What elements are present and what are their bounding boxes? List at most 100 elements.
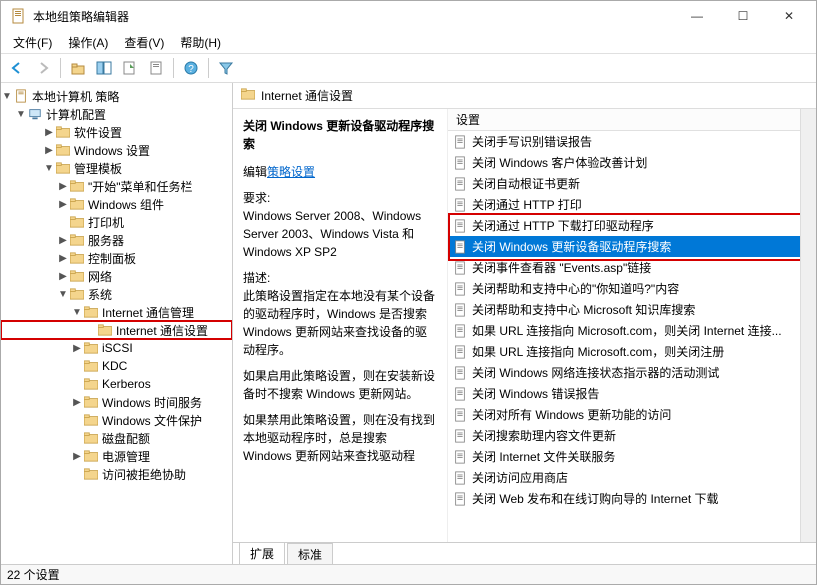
tree-node[interactable]: ▶控制面板 — [1, 249, 232, 267]
tree-node[interactable]: ▶Windows 设置 — [1, 141, 232, 159]
tree-node[interactable]: 访问被拒绝协助 — [1, 465, 232, 483]
setting-row[interactable]: 关闭 Internet 文件关联服务 — [448, 446, 816, 467]
tree-node-label: 磁盘配额 — [102, 430, 150, 447]
tree-node[interactable]: Windows 文件保护 — [1, 411, 232, 429]
expand-icon[interactable]: ▶ — [71, 397, 83, 408]
setting-row[interactable]: 关闭通过 HTTP 打印 — [448, 194, 816, 215]
setting-row[interactable]: 关闭 Windows 更新设备驱动程序搜索 — [448, 236, 816, 257]
setting-label: 关闭 Windows 错误报告 — [472, 385, 599, 402]
setting-row[interactable]: 关闭帮助和支持中心的"你知道吗?"内容 — [448, 278, 816, 299]
policy-icon — [452, 449, 468, 465]
menu-item[interactable]: 操作(A) — [62, 32, 114, 53]
export-list-button[interactable] — [118, 56, 142, 80]
setting-row[interactable]: 关闭 Web 发布和在线订购向导的 Internet 下载 — [448, 488, 816, 509]
tree-node[interactable]: ▶"开始"菜单和任务栏 — [1, 177, 232, 195]
expand-icon[interactable]: ▶ — [71, 451, 83, 462]
tree-node-label: 本地计算机 策略 — [32, 88, 119, 105]
tree-node[interactable]: ▶iSCSI — [1, 339, 232, 357]
tree-node-label: Kerberos — [102, 377, 151, 391]
description-text-2: 如果启用此策略设置，则在安装新设备时不搜索 Windows 更新网站。 — [243, 367, 437, 403]
setting-label: 关闭手写识别错误报告 — [472, 133, 592, 150]
menu-item[interactable]: 文件(F) — [7, 32, 58, 53]
edit-label: 编辑 — [243, 165, 267, 179]
policy-icon — [452, 428, 468, 444]
collapse-icon[interactable]: ▼ — [71, 307, 83, 318]
filter-button[interactable] — [214, 56, 238, 80]
tree-node[interactable]: ▶软件设置 — [1, 123, 232, 141]
collapse-icon[interactable]: ▼ — [15, 109, 27, 120]
setting-row[interactable]: 关闭 Windows 客户体验改善计划 — [448, 152, 816, 173]
settings-list[interactable]: 关闭手写识别错误报告关闭 Windows 客户体验改善计划关闭自动根证书更新关闭… — [448, 131, 816, 542]
tree-node-label: 系统 — [88, 286, 112, 303]
tree-node[interactable]: ▶网络 — [1, 267, 232, 285]
tree-node[interactable]: 打印机 — [1, 213, 232, 231]
tab-extended[interactable]: 扩展 — [239, 542, 285, 564]
tree-node[interactable]: ▼Internet 通信管理 — [1, 303, 232, 321]
vertical-scrollbar[interactable] — [800, 109, 816, 542]
setting-row[interactable]: 关闭对所有 Windows 更新功能的访问 — [448, 404, 816, 425]
tree-node[interactable]: Kerberos — [1, 375, 232, 393]
tree-node[interactable]: ▼管理模板 — [1, 159, 232, 177]
description-label: 描述: — [243, 271, 270, 285]
tree-pane[interactable]: ▼ 本地计算机 策略▼计算机配置▶软件设置▶Windows 设置▼管理模板▶"开始… — [1, 83, 233, 564]
tree-node[interactable]: ▶ Windows 组件 — [1, 195, 232, 213]
policy-icon — [452, 365, 468, 381]
expand-icon[interactable]: ▶ — [43, 127, 55, 138]
expand-icon[interactable]: ▶ — [57, 199, 69, 210]
expand-icon[interactable]: ▶ — [57, 253, 69, 264]
tree-node[interactable]: ▼ 系统 — [1, 285, 232, 303]
menu-item[interactable]: 帮助(H) — [174, 32, 227, 53]
setting-row[interactable]: 关闭访问应用商店 — [448, 467, 816, 488]
setting-row[interactable]: 关闭自动根证书更新 — [448, 173, 816, 194]
back-button[interactable] — [5, 56, 29, 80]
setting-row[interactable]: 关闭通过 HTTP 下载打印驱动程序 — [448, 215, 816, 236]
collapse-icon[interactable]: ▼ — [1, 91, 13, 102]
tree-node[interactable]: ▼ 本地计算机 策略 — [1, 87, 232, 105]
tree-node-label: 服务器 — [88, 232, 124, 249]
expand-icon[interactable]: ▶ — [57, 271, 69, 282]
help-button[interactable]: ? — [179, 56, 203, 80]
tree-node[interactable]: ▶电源管理 — [1, 447, 232, 465]
setting-row[interactable]: 如果 URL 连接指向 Microsoft.com，则关闭注册 — [448, 341, 816, 362]
settings-column-header[interactable]: 设置 — [448, 109, 816, 131]
setting-row[interactable]: 关闭 Windows 网络连接状态指示器的活动测试 — [448, 362, 816, 383]
setting-row[interactable]: 关闭事件查看器 "Events.asp"链接 — [448, 257, 816, 278]
expand-icon[interactable]: ▶ — [43, 145, 55, 156]
folder-icon — [97, 323, 113, 337]
edit-policy-link[interactable]: 策略设置 — [267, 165, 315, 179]
menu-item[interactable]: 查看(V) — [118, 32, 170, 53]
tree-node[interactable]: ▼计算机配置 — [1, 105, 232, 123]
setting-label: 关闭通过 HTTP 打印 — [472, 196, 582, 213]
tab-standard[interactable]: 标准 — [287, 543, 333, 564]
detail-panel: 关闭 Windows 更新设备驱动程序搜索 编辑策略设置 要求:Windows … — [233, 109, 447, 542]
maximize-button[interactable]: ☐ — [720, 1, 766, 31]
policy-icon — [452, 134, 468, 150]
tree-node[interactable]: Internet 通信设置 — [1, 321, 232, 339]
svg-text:?: ? — [188, 64, 194, 75]
minimize-button[interactable]: — — [674, 1, 720, 31]
setting-row[interactable]: 关闭搜索助理内容文件更新 — [448, 425, 816, 446]
setting-row[interactable]: 如果 URL 连接指向 Microsoft.com，则关闭 Internet 连… — [448, 320, 816, 341]
tree-node[interactable]: ▶ 服务器 — [1, 231, 232, 249]
collapse-icon[interactable]: ▼ — [57, 289, 69, 300]
up-button[interactable] — [66, 56, 90, 80]
properties-button[interactable] — [144, 56, 168, 80]
tree-node[interactable]: 磁盘配额 — [1, 429, 232, 447]
setting-row[interactable]: 关闭帮助和支持中心 Microsoft 知识库搜索 — [448, 299, 816, 320]
tree-node[interactable]: ▶Windows 时间服务 — [1, 393, 232, 411]
show-hide-tree-button[interactable] — [92, 56, 116, 80]
folder-icon — [13, 89, 29, 103]
titlebar: 本地组策略编辑器 — ☐ ✕ — [1, 1, 816, 31]
expand-icon[interactable]: ▶ — [57, 181, 69, 192]
folder-icon — [69, 197, 85, 211]
forward-button[interactable] — [31, 56, 55, 80]
tree-node[interactable]: KDC — [1, 357, 232, 375]
expand-icon[interactable]: ▶ — [71, 343, 83, 354]
setting-label: 关闭搜索助理内容文件更新 — [472, 427, 616, 444]
close-button[interactable]: ✕ — [766, 1, 812, 31]
setting-row[interactable]: 关闭 Windows 错误报告 — [448, 383, 816, 404]
setting-row[interactable]: 关闭手写识别错误报告 — [448, 131, 816, 152]
expand-icon[interactable]: ▶ — [57, 235, 69, 246]
collapse-icon[interactable]: ▼ — [43, 163, 55, 174]
tree-node-label: Windows 组件 — [88, 196, 164, 213]
